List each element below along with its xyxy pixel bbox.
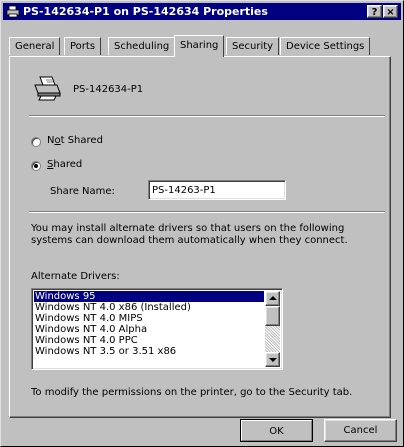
ok-button-face: OK (241, 420, 312, 441)
vertical-scrollbar[interactable] (265, 291, 280, 367)
window-title: PS-142634-P1 on PS-142634 Properties (23, 5, 268, 18)
shared-label[interactable]: Shared (47, 159, 82, 170)
close-button[interactable]: × (383, 5, 398, 18)
shared-radio[interactable] (31, 161, 41, 171)
cancel-button[interactable]: Cancel (324, 419, 397, 442)
scroll-thumb[interactable] (265, 306, 280, 326)
share-name-label: Share Name: (50, 186, 115, 197)
alternate-drivers-label: Alternate Drivers: (31, 271, 120, 282)
alternate-drivers-info: You may install alternate drivers so tha… (31, 223, 348, 246)
separator (29, 115, 385, 117)
list-item[interactable]: Windows NT 4.0 x86 (Installed) (34, 302, 264, 313)
printer-name: PS-142634-P1 (73, 84, 144, 95)
not-shared-radio[interactable] (31, 137, 41, 147)
list-item[interactable]: Windows NT 4.0 Alpha (34, 324, 264, 335)
tab-scheduling[interactable]: Scheduling (108, 37, 176, 55)
radio-selected-dot (34, 164, 38, 168)
not-shared-label[interactable]: Not Shared (47, 135, 103, 146)
tab-sharing[interactable]: Sharing (174, 35, 225, 57)
list-item[interactable]: Windows NT 3.5 or 3.51 x86 (34, 346, 264, 357)
tab-security[interactable]: Security (226, 37, 280, 55)
permissions-note: To modify the permissions on the printer… (31, 387, 353, 398)
ok-button[interactable]: OK (240, 419, 313, 442)
tab-general[interactable]: General (9, 37, 61, 55)
share-name-input[interactable] (148, 180, 286, 200)
list-item[interactable]: Windows NT 4.0 PPC (34, 335, 264, 346)
tab-device-settings[interactable]: Device Settings (280, 37, 371, 55)
tab-ports[interactable]: Ports (64, 37, 102, 55)
title-bar[interactable]: PS-142634-P1 on PS-142634 Properties ? × (3, 3, 401, 20)
printer-icon (6, 5, 20, 18)
scroll-down-button[interactable] (265, 352, 280, 367)
alternate-drivers-list[interactable]: Windows 95 Windows NT 4.0 x86 (Installed… (31, 288, 283, 370)
printer-icon (34, 76, 61, 101)
list-item[interactable]: Windows NT 4.0 MIPS (34, 313, 264, 324)
arrow-down-icon (269, 358, 277, 362)
arrow-up-icon (269, 296, 277, 300)
separator (29, 211, 385, 213)
scroll-up-button[interactable] (265, 291, 280, 306)
list-item[interactable]: Windows 95 (34, 291, 264, 302)
help-button[interactable]: ? (367, 5, 382, 18)
